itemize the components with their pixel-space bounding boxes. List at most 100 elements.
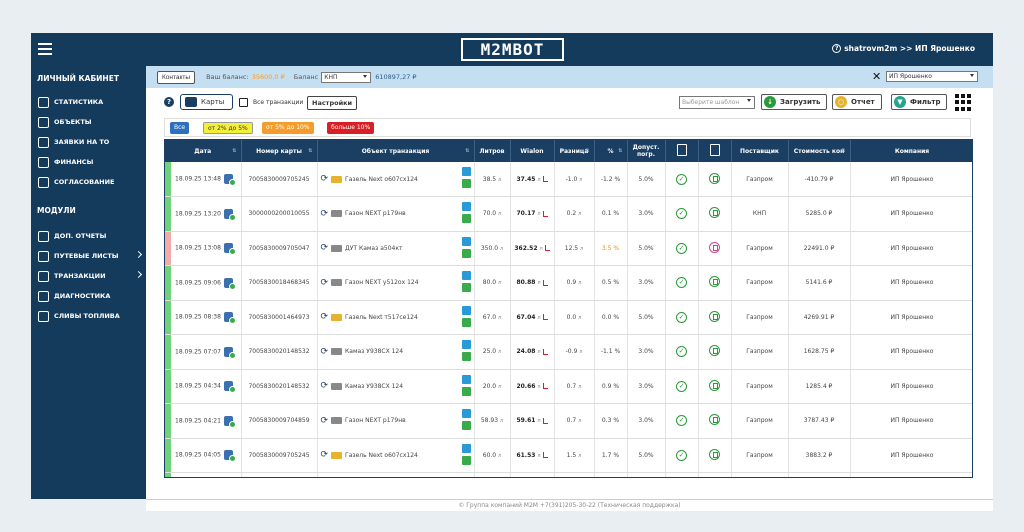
chat-icon[interactable] <box>461 167 471 176</box>
chat-icon[interactable] <box>461 236 471 246</box>
chart-icon[interactable] <box>542 417 548 424</box>
map-icon[interactable] <box>461 214 471 223</box>
map-icon[interactable] <box>461 248 471 258</box>
table-row[interactable] <box>165 472 972 477</box>
transaction-badge-icon[interactable] <box>223 312 236 325</box>
document-icon[interactable] <box>709 379 720 391</box>
transaction-badge-icon[interactable] <box>223 277 236 290</box>
chart-icon[interactable] <box>542 279 548 286</box>
chart-icon[interactable] <box>544 245 550 252</box>
chart-icon[interactable] <box>542 452 548 459</box>
object-name[interactable]: Газон NEXT р179нв <box>345 210 406 217</box>
sidebar-item-waybills[interactable]: ПУТЕВЫЕ ЛИСТЫ <box>31 246 146 266</box>
user-info[interactable]: ? shatrovm2m >> ИП Ярошенко <box>832 44 975 53</box>
check-circle-icon[interactable]: ✓ <box>676 449 687 461</box>
table-row[interactable]: 18.09.25 13:48 7005830009705245 ⟳ Газель Ne… <box>165 162 972 197</box>
chat-icon[interactable] <box>461 443 471 453</box>
table-row[interactable]: 18.09.25 13:08 7005830009705047 ⟳ ДУТ Камаз… <box>165 231 972 266</box>
settings-button[interactable]: Настройки <box>307 96 358 110</box>
chart-icon[interactable] <box>542 210 548 217</box>
chip-all[interactable]: Все <box>170 122 190 134</box>
col-wialon[interactable]: Wialon <box>510 140 555 162</box>
sidebar-item-transactions[interactable]: ТРАНЗАКЦИИ <box>31 266 146 286</box>
table-row[interactable]: 18.09.25 13:20 3000000200010055 ⟳ Газон NEX… <box>165 196 972 232</box>
document-icon[interactable] <box>709 241 720 253</box>
chip-2-5[interactable]: от 2% до 5% <box>203 122 253 134</box>
sidebar-item-approval[interactable]: СОГЛАСОВАНИЕ <box>31 172 146 192</box>
sync-icon[interactable]: ⟳ <box>321 416 329 426</box>
chart-icon[interactable] <box>542 176 548 182</box>
object-name[interactable]: Камаз У938СХ 124 <box>345 383 403 390</box>
table-row[interactable]: 18.09.25 04:21 7005830009704859 ⟳ Газон NEX… <box>165 403 972 439</box>
document-icon[interactable] <box>709 172 720 184</box>
filter-button[interactable]: ▼ Фильтр <box>891 94 948 110</box>
chip-5-10[interactable]: от 5% до 10% <box>262 122 314 134</box>
sidebar-item-diagnostics[interactable]: ДИАГНОСТИКА <box>31 286 146 306</box>
document-icon[interactable] <box>709 414 720 426</box>
cards-button[interactable]: Карты <box>180 94 233 110</box>
map-icon[interactable] <box>461 352 471 361</box>
transaction-badge-icon[interactable] <box>223 450 236 463</box>
object-name[interactable]: Газель Next о607сх124 <box>345 176 418 183</box>
balance-select[interactable]: КНП <box>321 71 372 83</box>
company-select[interactable]: ИП Ярошенко <box>886 71 978 82</box>
col-percent[interactable]: % ⇅ <box>594 140 628 162</box>
chat-icon[interactable] <box>461 271 471 280</box>
check-circle-icon[interactable]: ✓ <box>676 277 687 289</box>
sidebar-item-objects[interactable]: ОБЪЕКТЫ <box>31 112 146 132</box>
close-icon[interactable]: ✕ <box>872 71 881 82</box>
sidebar-item-fuel-drains[interactable]: СЛИВЫ ТОПЛИВА <box>31 306 146 326</box>
object-name[interactable]: Газон NEXT р179нв <box>345 417 406 424</box>
map-icon[interactable] <box>461 421 471 430</box>
map-icon[interactable] <box>461 386 471 396</box>
transaction-badge-icon[interactable] <box>223 243 236 256</box>
transaction-badge-icon[interactable] <box>223 208 236 221</box>
all-transactions-checkbox[interactable] <box>239 98 248 107</box>
sync-icon[interactable]: ⟳ <box>321 174 329 184</box>
sync-icon[interactable]: ⟳ <box>321 278 329 288</box>
chat-icon[interactable] <box>461 409 471 418</box>
table-row[interactable]: 18.09.25 04:34 7005830020148532 ⟳ Камаз У93… <box>165 369 972 404</box>
object-name[interactable]: Газон NEXT у512ох 124 <box>345 279 418 286</box>
col-cost[interactable]: Стоимость кон ⇅ <box>788 140 851 162</box>
sidebar-item-maintenance[interactable]: ЗАЯВКИ НА ТО <box>31 132 146 152</box>
sync-icon[interactable]: ⟳ <box>321 347 329 357</box>
col-liters[interactable]: Литров <box>474 140 511 162</box>
table-row[interactable]: 18.09.25 07:07 7005830020148532 ⟳ Камаз У93… <box>165 334 972 370</box>
sidebar-item-statistics[interactable]: СТАТИСТИКА <box>31 92 146 112</box>
col-object[interactable]: Объект транзакция ⇅ <box>317 140 475 162</box>
col-card-number[interactable]: Номер карты ⇅ <box>241 140 318 162</box>
sync-icon[interactable]: ⟳ <box>321 381 329 391</box>
chat-icon[interactable] <box>461 305 471 315</box>
check-circle-icon[interactable]: ✓ <box>676 380 687 392</box>
table-row[interactable]: 18.09.25 04:05 7005830009705245 ⟳ Газель Ne… <box>165 438 972 473</box>
object-name[interactable]: ДУТ Камаз а504кт <box>345 245 402 252</box>
check-circle-icon[interactable]: ✓ <box>676 415 687 427</box>
object-name[interactable]: Газель Next т517се124 <box>345 314 418 321</box>
chat-icon[interactable] <box>461 202 471 211</box>
check-circle-icon[interactable]: ✓ <box>676 173 687 185</box>
chart-icon[interactable] <box>542 348 548 355</box>
check-circle-icon[interactable]: ✓ <box>676 208 687 220</box>
map-icon[interactable] <box>461 179 471 188</box>
chat-icon[interactable] <box>461 374 471 384</box>
map-icon[interactable] <box>461 283 471 292</box>
map-icon[interactable] <box>461 455 471 465</box>
transaction-badge-icon[interactable] <box>223 346 236 359</box>
document-icon[interactable] <box>709 276 720 288</box>
document-icon[interactable] <box>709 310 720 322</box>
document-icon[interactable] <box>709 345 720 357</box>
transaction-badge-icon[interactable] <box>223 174 236 186</box>
object-name[interactable]: Газель Next о607сх124 <box>345 452 418 459</box>
apps-grid-icon[interactable] <box>955 94 972 111</box>
map-icon[interactable] <box>461 317 471 327</box>
transaction-badge-icon[interactable] <box>223 381 236 394</box>
help-icon[interactable]: ? <box>832 44 842 53</box>
document-icon[interactable] <box>709 448 720 460</box>
sync-icon[interactable]: ⟳ <box>321 209 329 219</box>
table-row[interactable]: 18.09.25 09:06 7005830018468345 ⟳ Газон NEX… <box>165 265 972 301</box>
sidebar-item-finance[interactable]: ФИНАНСЫ <box>31 152 146 172</box>
chart-icon[interactable] <box>542 314 548 321</box>
col-company[interactable]: Компания <box>850 140 972 162</box>
col-tolerance[interactable]: Допуст. погр. <box>627 140 666 162</box>
